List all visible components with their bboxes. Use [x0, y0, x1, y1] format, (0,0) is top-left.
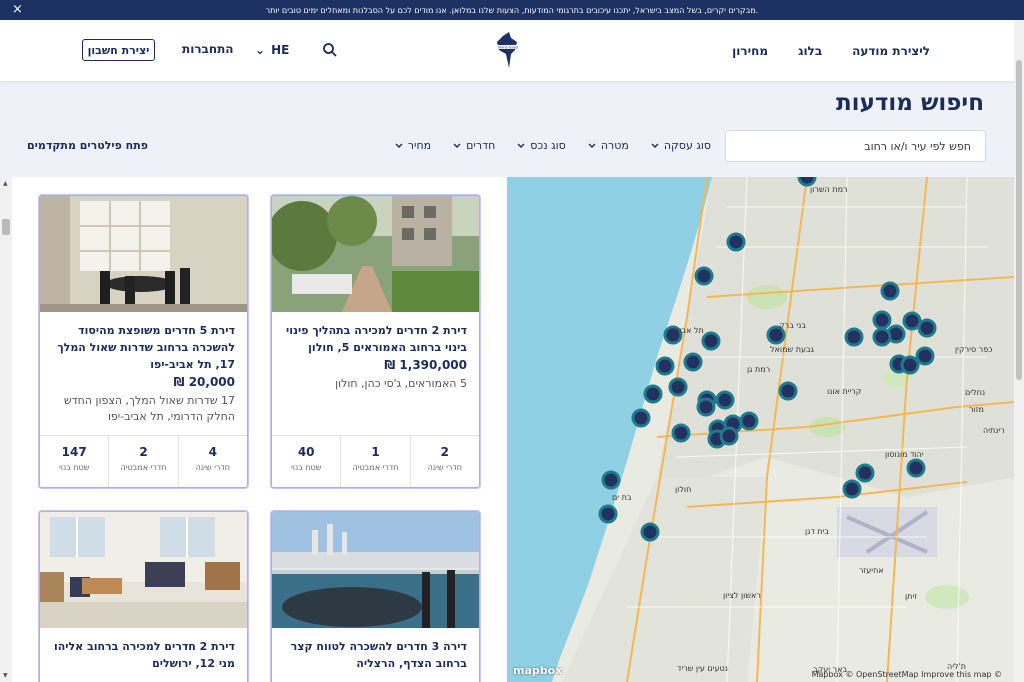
chevron-down-icon — [651, 143, 659, 148]
map-label-tel-aviv: תל אביב — [675, 326, 704, 335]
nav-blog[interactable]: בלוג — [798, 44, 822, 58]
chevron-down-icon — [453, 143, 461, 148]
stat-built-area: 40 שטח בנוי — [290, 445, 322, 472]
scroll-down-icon[interactable]: ▼ — [3, 672, 8, 679]
listing-title[interactable]: דירת 5 חדרים משופצת מהיסוד להשכרה ברחוב … — [52, 322, 235, 373]
page-scrollbar[interactable] — [1014, 20, 1024, 682]
map-canvas[interactable] — [507, 177, 1014, 682]
close-icon[interactable]: × — [12, 2, 23, 18]
map-label-bnei-brak: בני ברק — [779, 321, 806, 330]
filter-label: סוג עסקה — [663, 139, 711, 152]
map-label-kiryat-ono: קריית אונו — [827, 387, 862, 396]
nav-create-ad[interactable]: ליצירת מודעה — [852, 44, 930, 58]
search-input[interactable]: חפש לפי עיר ו/או רחוב — [725, 130, 986, 162]
listing-photo — [40, 196, 247, 312]
chevron-down-icon — [588, 143, 596, 148]
page-scrollbar-thumb[interactable] — [1016, 60, 1022, 380]
map-label-ramat-hasharon: רמת השרון — [810, 185, 848, 194]
map-label-nechalim: נחלים — [965, 388, 986, 397]
map-label-givat-shmuel: גבעת שמואל — [770, 345, 814, 354]
advanced-filters-link[interactable]: פתח פילטרים מתקדמים — [27, 139, 148, 152]
nav-pricing[interactable]: מחירון — [732, 44, 768, 58]
site-header: ליצירת מודעה בלוג מחירון Immo Israel ⌄ H… — [0, 20, 1014, 81]
listing-title[interactable]: דירה 3 חדרים להשכרה לטווח קצר ברחוב הצדף… — [284, 638, 467, 672]
listing-photo — [272, 196, 479, 312]
map-label-rinatya: רינתיה — [983, 426, 1005, 435]
mapbox-logo[interactable]: mapbox — [513, 664, 562, 677]
announcement-bar: × מבקרים יקרים, בשל המצב בישראל, יתכנו ע… — [0, 0, 1024, 20]
map-label-achiezer: אחיעזר — [859, 566, 884, 575]
filter-property-type[interactable]: סוג נכס — [517, 139, 566, 152]
chevron-down-icon — [517, 143, 525, 148]
listing-card[interactable]: דירת 5 חדרים משופצת מהיסוד להשכרה ברחוב … — [39, 195, 248, 488]
stat-bedrooms: 4 חדרי שינה — [177, 436, 247, 487]
filter-label: חדרים — [466, 139, 496, 152]
listing-photo — [272, 512, 479, 628]
language-label: HE — [271, 43, 290, 57]
filter-price[interactable]: מחיר — [395, 139, 431, 152]
stat-built-area: 147 שטח בנוי — [58, 445, 90, 472]
listing-title[interactable]: דירת 2 חדרים למכירה בתהליך פינוי בינוי ב… — [284, 322, 467, 356]
site-logo[interactable]: Immo Israel — [493, 30, 523, 70]
map-panel[interactable]: רמת השרון בני ברק תל אביב גבעת שמואל רמת… — [507, 177, 1014, 682]
map-label-kfar-sirkin: כפר סירקין — [955, 345, 993, 354]
filter-purpose[interactable]: מטרה — [588, 139, 629, 152]
scroll-up-icon[interactable]: ▲ — [3, 180, 8, 187]
announcement-text: מבקרים יקרים, בשל המצב בישראל, יתכנו עיכ… — [265, 5, 759, 15]
chevron-down-icon: ⌄ — [255, 43, 266, 57]
page-title: חיפוש מודעות — [835, 90, 984, 116]
map-label-bat-yam: בת ים — [612, 493, 632, 502]
map-label-netaim: נטעים עין שריד — [677, 664, 728, 673]
stat-bathrooms: 1 חדרי אמבטיה — [340, 436, 409, 487]
listing-address: 17 שדרות שאול המלך, הצפון החדש החלק הדרו… — [63, 394, 235, 423]
filter-label: סוג נכס — [530, 139, 566, 152]
map-label-zeitan: זיתן — [905, 592, 917, 601]
listing-card[interactable]: דירת 2 חדרים למכירה בתהליך פינוי בינוי ב… — [271, 195, 480, 488]
map-label-rishon-letzion: ראשון לציון — [723, 591, 761, 600]
map-label-beit-dagan: בית דגן — [805, 527, 830, 536]
login-link[interactable]: התחברות — [182, 42, 234, 56]
map-label-ramat-gan: רמת גן — [747, 365, 771, 374]
filter-label: מטרה — [600, 139, 629, 152]
listing-price: 20,000 ₪ — [173, 375, 235, 389]
listing-address: 5 האמוראים, ג'סי כהן, חולון — [335, 377, 467, 390]
search-icon[interactable] — [322, 42, 338, 58]
listing-photo — [40, 512, 247, 628]
chevron-down-icon — [395, 143, 403, 148]
map-attribution[interactable]: Mapbox © OpenStreetMap Improve this map … — [812, 670, 1002, 679]
listing-card[interactable]: דירה 3 חדרים להשכרה לטווח קצר ברחוב הצדף… — [271, 511, 480, 682]
listing-title[interactable]: דירת 2 חדרים למכירה ברחוב אליהו מני 12, … — [52, 638, 235, 672]
stat-bedrooms: 2 חדרי שינה — [409, 436, 479, 487]
signup-button[interactable]: יצירת חשבון — [82, 39, 155, 61]
filter-deal-type[interactable]: סוג עסקה — [651, 139, 711, 152]
map-label-yehud: יהוד מונוסון — [885, 450, 924, 459]
language-selector[interactable]: ⌄ HE — [255, 43, 289, 57]
listings-scrollbar[interactable]: ▲ ▼ — [0, 177, 12, 682]
map-label-holon: חולון — [675, 485, 692, 494]
listing-price: 1,390,000 ₪ — [384, 358, 467, 372]
listing-stats: 2 חדרי שינה 1 חדרי אמבטיה 40 שטח בנוי — [272, 435, 479, 487]
listing-stats: 4 חדרי שינה 2 חדרי אמבטיה 147 שטח בנוי — [40, 435, 247, 487]
filter-bar: סוג עסקה מטרה סוג נכס חדרים מחיר — [395, 139, 711, 152]
listings-panel: דירת 2 חדרים למכירה בתהליך פינוי בינוי ב… — [0, 177, 507, 682]
filter-rooms[interactable]: חדרים — [453, 139, 495, 152]
filter-label: מחיר — [407, 139, 432, 152]
stat-bathrooms: 2 חדרי אמבטיה — [108, 436, 177, 487]
map-label-mazor: מזור — [969, 405, 984, 414]
listing-card[interactable]: דירת 2 חדרים למכירה ברחוב אליהו מני 12, … — [39, 511, 248, 682]
main-nav: ליצירת מודעה בלוג מחירון — [732, 20, 930, 81]
scrollbar-thumb[interactable] — [2, 219, 10, 235]
logo-text: Immo Israel — [498, 46, 519, 50]
